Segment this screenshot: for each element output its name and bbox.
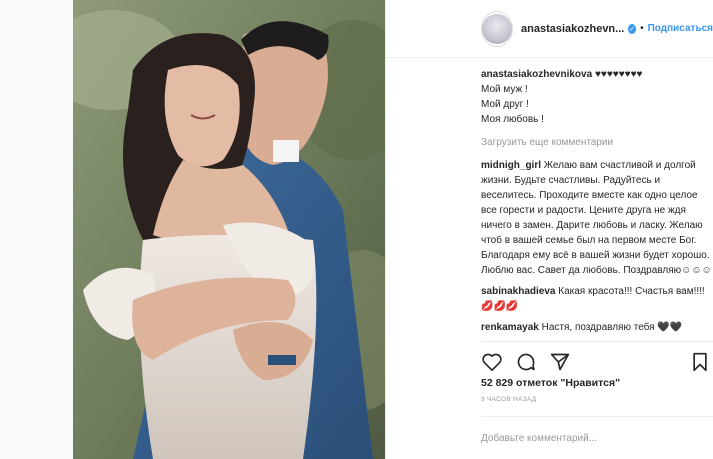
post-timestamp[interactable]: 9 ЧАСОВ НАЗАД bbox=[481, 396, 536, 403]
header-username[interactable]: anastasiakozhevn... bbox=[521, 23, 624, 35]
caption: anastasiakozhevnikova ♥♥♥♥♥♥♥♥ Мой муж !… bbox=[481, 67, 713, 127]
caption-line: Мой друг ! bbox=[481, 99, 529, 110]
action-bar bbox=[481, 341, 713, 381]
post-header: anastasiakozhevn... ✓ • Подписаться bbox=[385, 0, 713, 58]
separator-dot: • bbox=[640, 23, 644, 34]
avatar-image bbox=[482, 13, 512, 44]
like-button[interactable] bbox=[481, 351, 503, 373]
post-photo[interactable] bbox=[73, 0, 385, 459]
comment-username[interactable]: midnigh_girl bbox=[481, 160, 541, 171]
comment-text: Желаю вам счастливой и долгой жизни. Буд… bbox=[481, 160, 712, 276]
comment-username[interactable]: sabinakhadieva bbox=[481, 286, 555, 297]
bookmark-icon bbox=[693, 352, 707, 371]
follow-button[interactable]: Подписаться bbox=[648, 23, 713, 34]
comment-item: midnigh_girl Желаю вам счастливой и долг… bbox=[481, 158, 713, 278]
caption-line: Моя любовь ! bbox=[481, 114, 544, 125]
comment-text: Настя, поздравляю тебя 🖤🖤 bbox=[541, 322, 683, 333]
comment-button[interactable] bbox=[515, 351, 537, 373]
caption-username[interactable]: anastasiakozhevnikova bbox=[481, 69, 592, 80]
likes-count[interactable]: 52 829 отметок "Нравится" bbox=[481, 377, 620, 389]
load-more-comments-link[interactable]: Загрузить еще комментарии bbox=[481, 137, 713, 148]
comment-username[interactable]: renkamayak bbox=[481, 322, 539, 333]
wedding-photo-image bbox=[73, 0, 385, 459]
caption-line: Мой муж ! bbox=[481, 84, 528, 95]
comment-icon bbox=[517, 353, 535, 370]
comment-item: renkamayak Настя, поздравляю тебя 🖤🖤 bbox=[481, 320, 713, 335]
save-button[interactable] bbox=[689, 351, 711, 373]
verified-icon: ✓ bbox=[628, 23, 637, 34]
avatar[interactable] bbox=[481, 10, 513, 47]
heart-icon bbox=[482, 353, 502, 371]
share-button[interactable] bbox=[549, 351, 571, 373]
caption-hearts: ♥♥♥♥♥♥♥♥ bbox=[594, 69, 643, 80]
comment-item: sabinakhadieva Какая красота!!! Счастья … bbox=[481, 284, 713, 314]
comments-section: anastasiakozhevnikova ♥♥♥♥♥♥♥♥ Мой муж !… bbox=[481, 67, 713, 341]
add-comment-bar bbox=[481, 416, 713, 459]
share-icon bbox=[550, 353, 570, 370]
comment-input[interactable] bbox=[481, 432, 681, 444]
